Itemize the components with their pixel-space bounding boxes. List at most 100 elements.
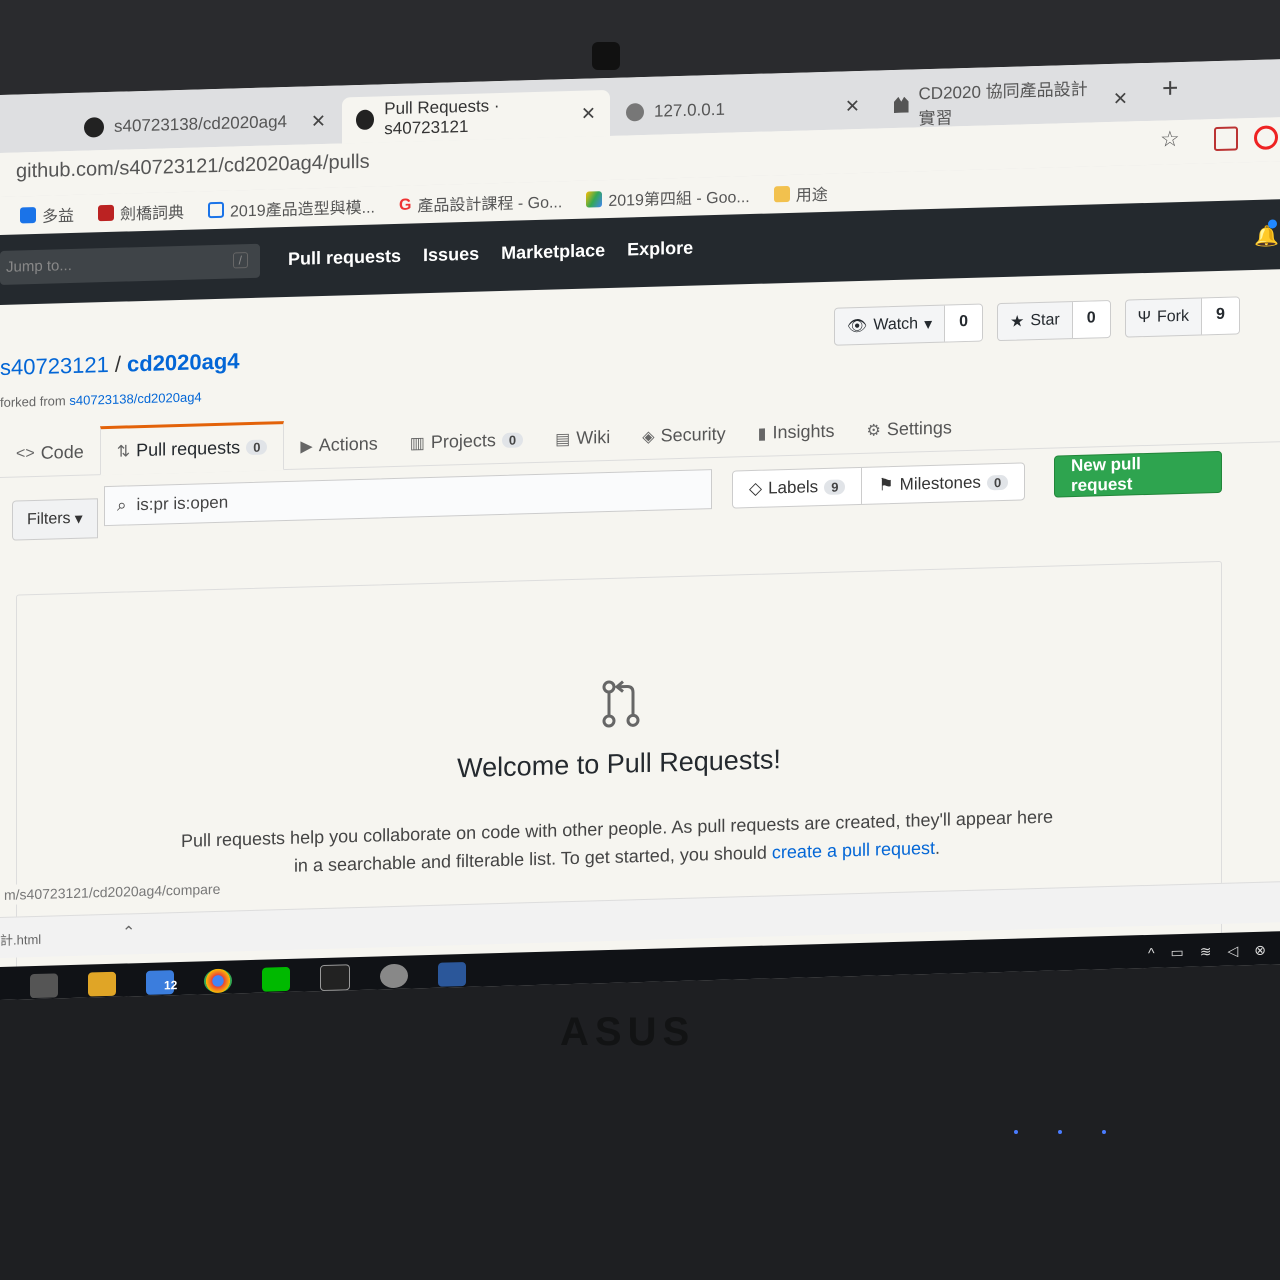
tab-wiki[interactable]: ▤ Wiki [539,415,626,462]
book-icon: ▤ [555,430,571,448]
system-tray: ^ ▭ ≋ ◁ ⊗ [1148,942,1266,962]
word-icon[interactable] [438,961,466,987]
bookmark[interactable]: G 產品設計課程 - Go... [399,188,562,217]
bookmark[interactable]: 2019第四組 - Goo... [586,183,750,212]
tab-code[interactable]: <> Code [0,429,100,477]
google-icon: G [398,196,412,214]
star-button[interactable]: ★ Star 0 [997,299,1111,342]
file-explorer-icon[interactable] [88,971,116,997]
folder-icon [773,185,790,203]
download-file[interactable]: 計.html [0,929,41,949]
notification-icon[interactable]: ⊗ [1254,942,1266,959]
header-nav: Pull requests Issues Marketplace Explore [288,238,693,270]
fork-label: Fork [1156,307,1189,326]
nav-explore[interactable]: Explore [627,238,693,261]
star-count[interactable]: 0 [1071,301,1110,339]
browser-tab[interactable]: s40723138/cd2020ag4 ✕ [70,98,340,152]
filters-label: Filters [27,510,71,529]
bookmark-label: 產品設計課程 - Go... [417,194,563,216]
tab-actions[interactable]: ▶ Actions [284,421,393,469]
labels-milestones-group: ◇ Labels 9 ⚑ Milestones 0 [732,462,1026,509]
labels-count: 9 [824,478,846,495]
graph-icon: ▮ [757,425,767,443]
search-icon: ⌕ [117,495,127,515]
bookmark[interactable]: 2019產品造型與模... [208,194,375,223]
new-tab-icon[interactable]: + [1162,72,1178,104]
pr-search-input[interactable]: ⌕ is:pr is:open [104,469,712,527]
close-tab-icon[interactable]: ✕ [581,103,596,124]
tab-projects[interactable]: ▥ Projects 0 [394,417,539,466]
led [1058,1130,1062,1134]
tab-title: 127.0.0.1 [654,99,725,121]
opera-icon[interactable] [1254,125,1278,150]
labels-button[interactable]: ◇ Labels 9 [733,468,861,508]
screen: s40723138/cd2020ag4 ✕ Pull Requests · s4… [0,59,1280,1001]
tab-pull-requests[interactable]: ⇅ Pull requests 0 [99,421,285,476]
search-shortcut-key: / [232,252,248,269]
create-pull-request-link[interactable]: create a pull request [772,838,935,863]
battery-icon[interactable]: ▭ [1171,944,1184,961]
tab-settings[interactable]: ⚙ Settings [850,405,967,453]
close-tab-icon[interactable]: ✕ [1113,88,1128,109]
watch-button[interactable]: 👁 Watch ▾ 0 [834,303,983,346]
star-icon: ★ [1010,313,1025,331]
wifi-icon[interactable]: ≋ [1200,943,1212,960]
bookmark[interactable]: 多益 [20,202,74,228]
chevron-up-icon[interactable]: ⌃ [122,922,135,942]
filters-dropdown[interactable]: Filters ▾ [12,498,98,541]
browser-tab[interactable]: CD2020 協同產品設計實習 ✕ [880,75,1142,128]
chevron-up-icon[interactable]: ^ [1148,945,1155,962]
bookmark-star-icon[interactable]: ☆ [1160,126,1180,153]
tag-icon: ◇ [749,478,763,499]
browser-tab-active[interactable]: Pull Requests · s40723121 ✕ [342,89,610,144]
bookmark-label: 多益 [42,207,75,226]
tab-label: Settings [886,417,952,440]
line-icon[interactable] [262,966,290,992]
repo-container: s40723121/cd2020ag4 forked from s4072313… [0,269,1280,997]
bookmark-label: 2019產品造型與模... [230,199,375,221]
milestones-button[interactable]: ⚑ Milestones 0 [861,463,1025,504]
mail-icon[interactable]: 12 [146,970,177,995]
close-tab-icon[interactable]: ✕ [845,95,860,116]
new-pull-request-button[interactable]: New pull request [1054,450,1222,498]
tab-title: Pull Requests · s40723121 [384,96,500,139]
status-leds [1014,1130,1106,1134]
watch-count[interactable]: 0 [944,304,982,342]
milestones-count: 0 [986,474,1009,490]
search-placeholder: Jump to... [6,256,72,276]
github-icon [84,117,104,138]
extension-icon[interactable] [1214,126,1238,152]
repo-owner-link[interactable]: s40723121 [0,352,109,380]
bookmark[interactable]: 劍橋詞典 [98,199,184,225]
tab-insights[interactable]: ▮ Insights [742,408,851,456]
pr-count-badge: 0 [246,439,268,456]
volume-icon[interactable]: ◁ [1227,942,1238,959]
fork-count[interactable]: 9 [1200,297,1239,335]
shield-icon [98,204,115,222]
pull-request-icon [602,680,640,728]
tab-label: Security [660,423,726,446]
chrome-icon[interactable] [204,968,232,994]
bookmark-folder[interactable]: 用途 [773,181,828,207]
nav-pull-requests[interactable]: Pull requests [288,246,401,270]
nav-issues[interactable]: Issues [423,244,479,267]
tab-label: Pull requests [136,437,241,461]
blankslate-description: Pull requests help you collaborate on co… [177,802,1057,883]
app-icon[interactable] [380,963,408,989]
layout-icon [208,201,225,219]
fork-button[interactable]: Ψ Fork 9 [1124,296,1240,338]
repo-title: s40723121/cd2020ag4 [0,348,240,380]
task-view-icon[interactable] [30,973,58,999]
terminal-icon[interactable] [320,964,350,992]
repo-name-link[interactable]: cd2020ag4 [127,348,240,376]
tab-security[interactable]: ◈ Security [626,411,741,459]
browser-tab[interactable]: 127.0.0.1 ✕ [612,83,874,136]
close-tab-icon[interactable]: ✕ [311,110,326,131]
eye-icon: 👁 [847,317,868,336]
tab-title: CD2020 協同產品設計實習 [918,79,1088,129]
forked-from-link[interactable]: s40723138/cd2020ag4 [69,389,201,408]
milestones-label: Milestones [899,472,981,494]
nav-marketplace[interactable]: Marketplace [501,240,605,264]
search-input[interactable]: Jump to... / [0,243,260,285]
url-text: github.com/s40723121/cd2020ag4/pulls [16,150,370,183]
